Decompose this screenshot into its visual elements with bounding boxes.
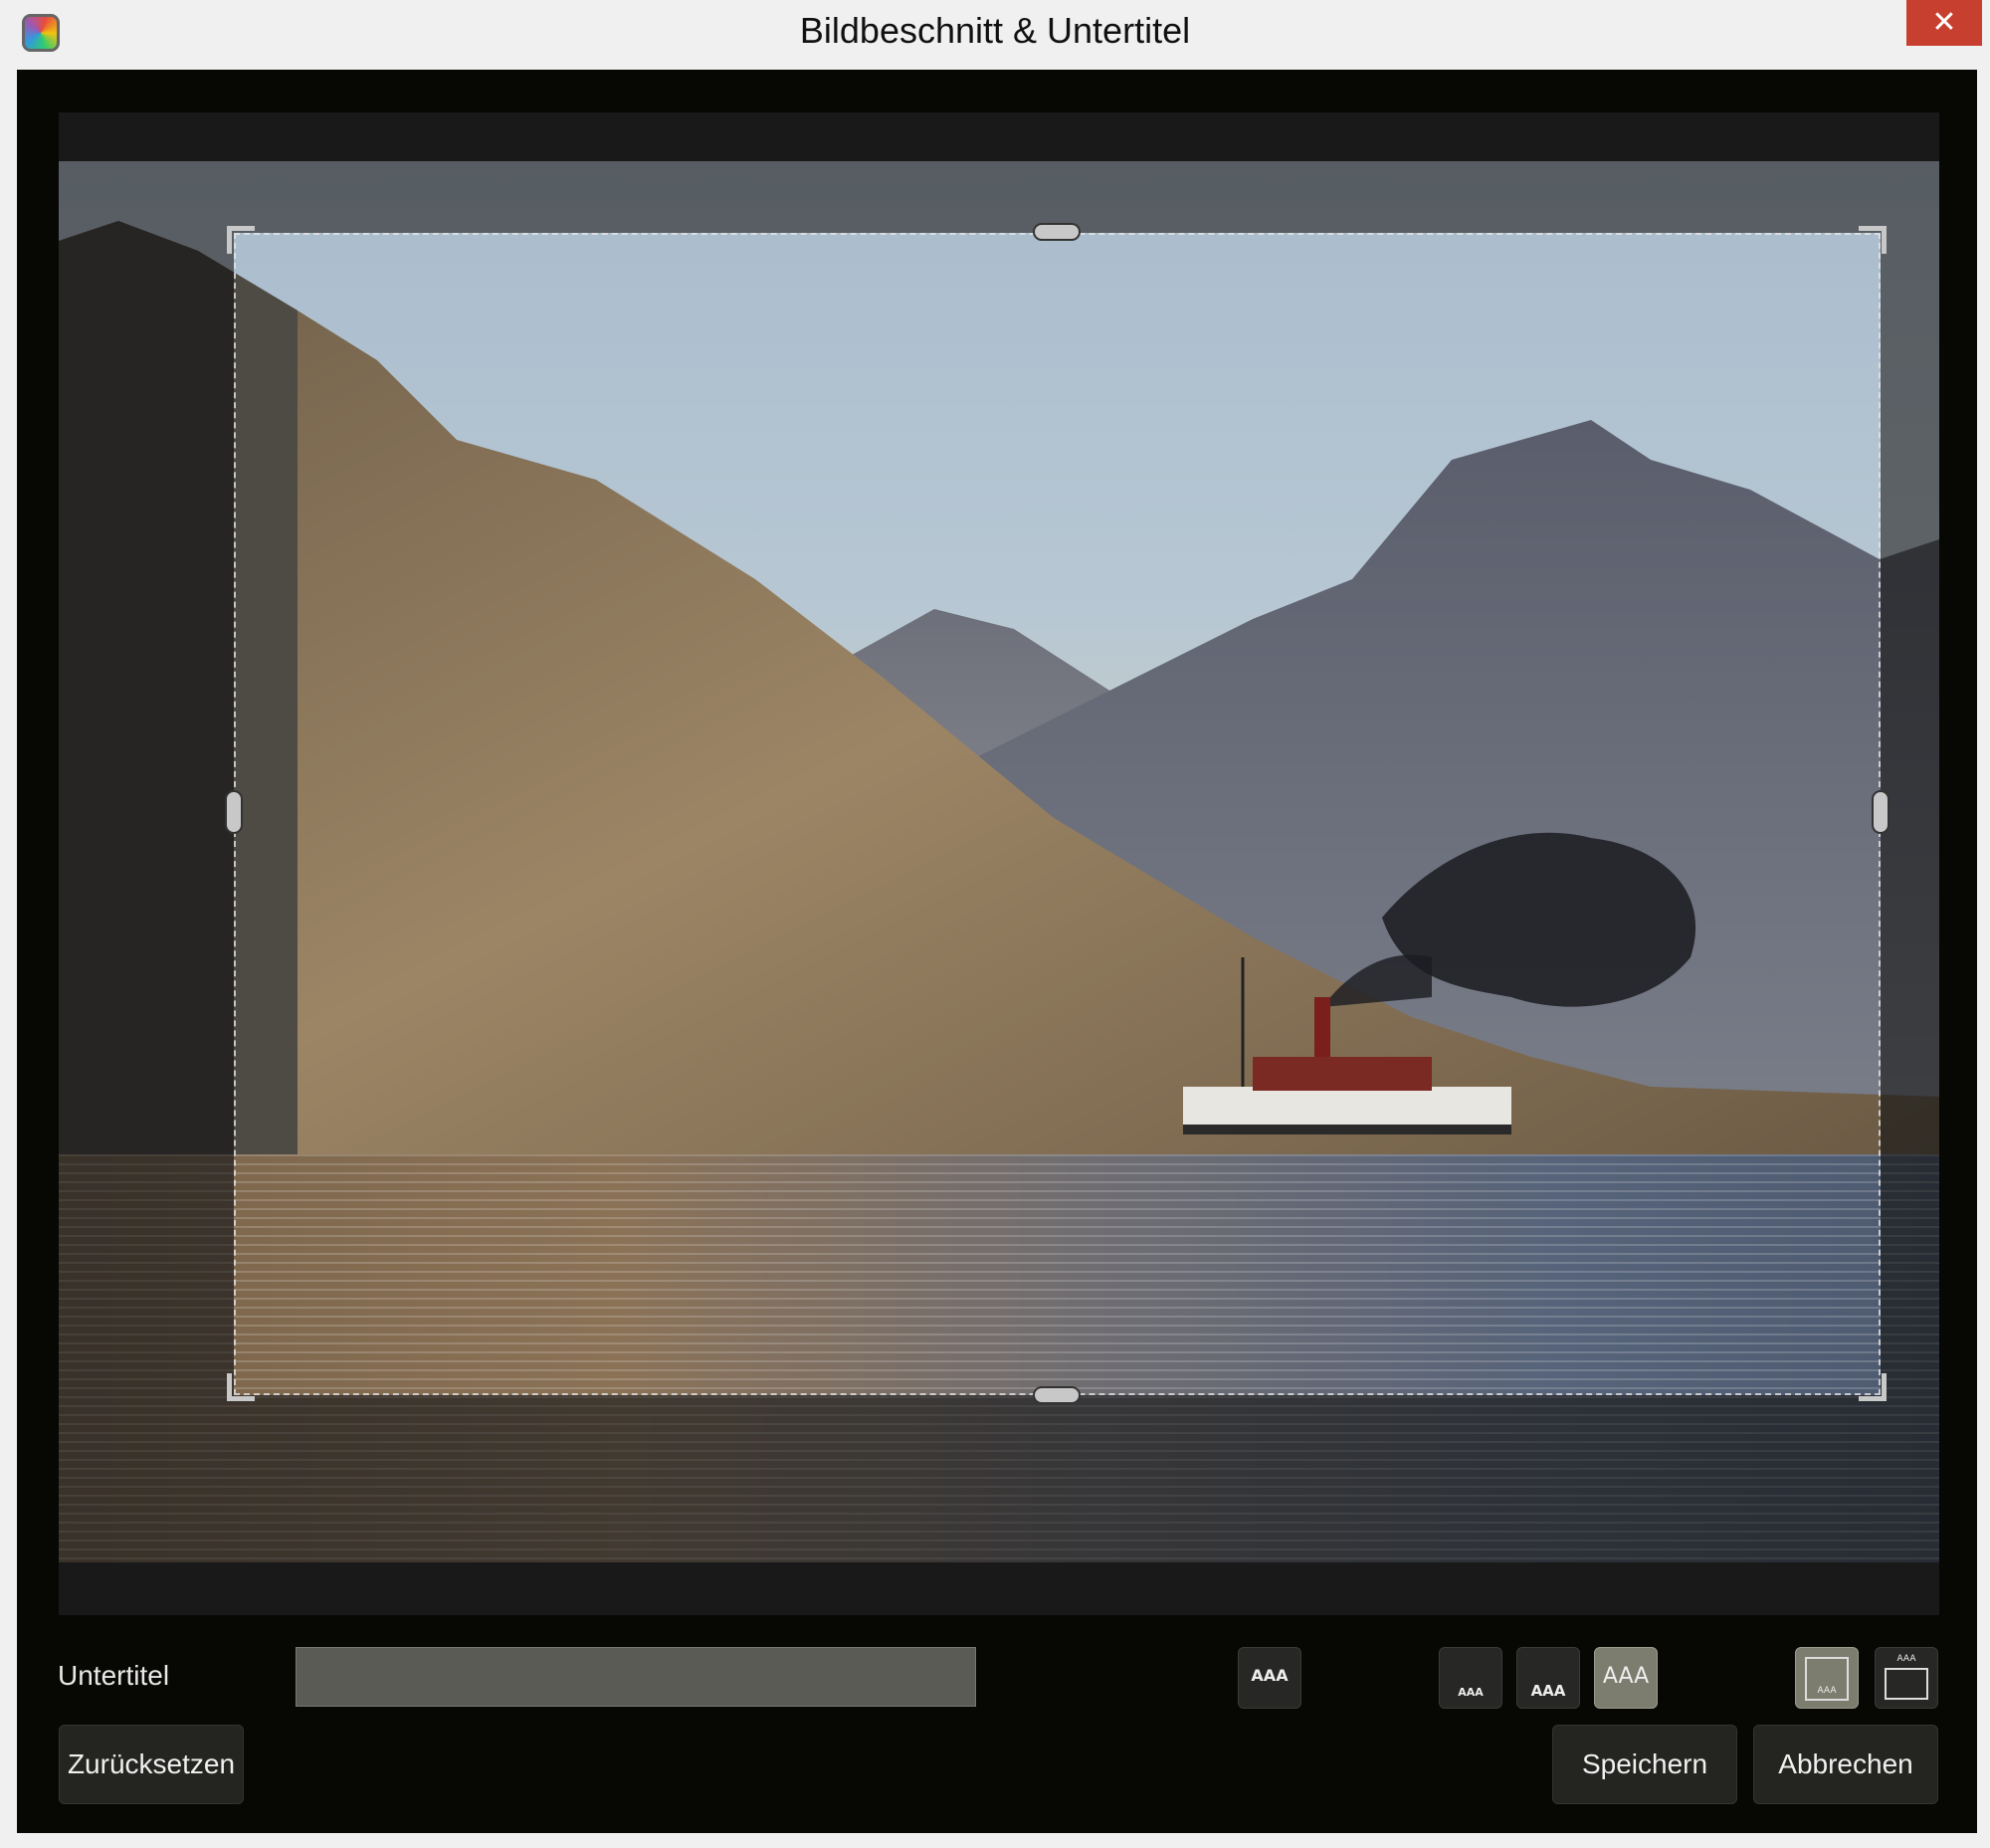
caption-style-outline-glyph: AAA: [1251, 1666, 1289, 1685]
crop-handle-bottom-right[interactable]: [1859, 1373, 1887, 1401]
cancel-button[interactable]: Abbrechen: [1753, 1725, 1938, 1804]
caption-position-bottom-small-button[interactable]: AAA: [1439, 1647, 1502, 1709]
caption-position-bottom-small-glyph: AAA: [1458, 1686, 1484, 1699]
crop-mask-left: [59, 233, 234, 1395]
caption-frame-bottom-glyph: AAA: [1817, 1686, 1837, 1696]
crop-selection[interactable]: [234, 233, 1881, 1395]
crop-mask-top: [59, 161, 1939, 233]
caption-frame-bottom-button[interactable]: AAA: [1795, 1647, 1859, 1709]
frame-outline-icon: [1885, 1668, 1928, 1700]
close-button[interactable]: ✕: [1906, 0, 1982, 46]
caption-frame-top-glyph: AAA: [1896, 1654, 1916, 1664]
save-button[interactable]: Speichern: [1552, 1725, 1737, 1804]
crop-handle-top-left[interactable]: [227, 226, 255, 254]
crop-handle-bottom[interactable]: [1033, 1386, 1081, 1404]
caption-style-outline-button[interactable]: AAA: [1238, 1647, 1301, 1709]
caption-frame-top-button[interactable]: AAA: [1875, 1647, 1938, 1709]
subtitle-input[interactable]: [296, 1647, 976, 1707]
crop-handle-right[interactable]: [1872, 790, 1890, 834]
title-bar: Bildbeschnitt & Untertitel ✕: [0, 0, 1990, 70]
caption-position-bottom-large-button[interactable]: AAA: [1594, 1647, 1658, 1709]
crop-handle-bottom-left[interactable]: [227, 1373, 255, 1401]
caption-position-bottom-medium-button[interactable]: AAA: [1516, 1647, 1580, 1709]
crop-mask-bottom: [59, 1395, 1939, 1562]
crop-handle-left[interactable]: [225, 790, 243, 834]
reset-button[interactable]: Zurücksetzen: [59, 1725, 244, 1804]
window-title: Bildbeschnitt & Untertitel: [799, 10, 1191, 51]
caption-position-bottom-medium-glyph: AAA: [1530, 1682, 1566, 1700]
caption-position-bottom-large-glyph: AAA: [1602, 1664, 1650, 1689]
subtitle-label: Untertitel: [58, 1660, 170, 1691]
crop-handle-top-right[interactable]: [1859, 226, 1887, 254]
crop-handle-top[interactable]: [1033, 223, 1081, 241]
